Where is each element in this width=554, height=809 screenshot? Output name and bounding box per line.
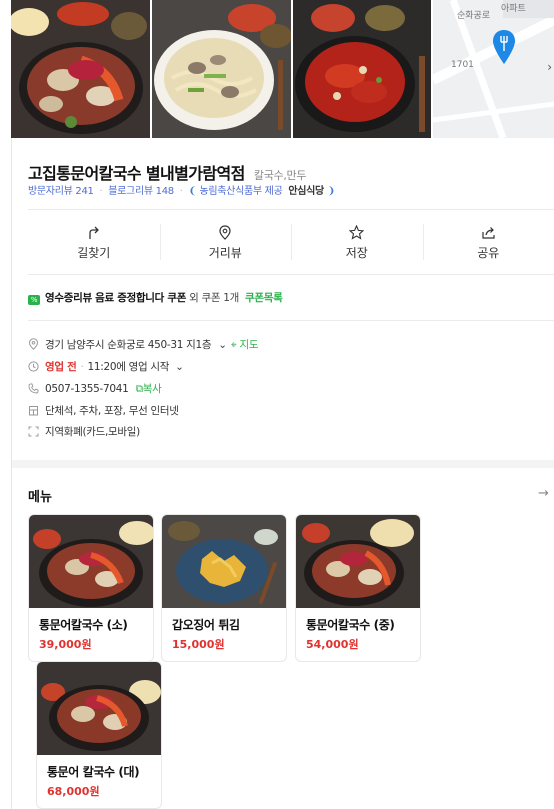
street-view-button[interactable]: 거리뷰: [159, 212, 292, 274]
payment-row: 지역화폐(카드,모바일): [28, 424, 140, 439]
menu-item-card[interactable]: 통문어 칼국수 (대) 68,000원: [36, 661, 162, 809]
separator: ·: [179, 186, 183, 197]
directions-button[interactable]: 길찾기: [28, 212, 160, 274]
menu-item-name: 통문어칼국수 (중): [306, 618, 395, 632]
share-icon: [482, 226, 495, 239]
menu-item-image: [37, 662, 161, 755]
photo-clam-noodle[interactable]: [152, 0, 291, 138]
menu-item-card[interactable]: 갑오징어 튀김 15,000원: [161, 514, 287, 662]
menu-item-price: 39,000원: [39, 638, 92, 651]
place-title: 고집통문어칼국수 별내별가람역점: [28, 164, 245, 183]
action-bar: 길찾기 거리뷰 저장 공유: [28, 212, 554, 274]
address-row: 경기 남양주시 순화궁로 450-31 지1층 ⌄ ⌖ 지도: [28, 337, 258, 352]
street-view-label: 거리뷰: [208, 246, 242, 260]
phone-number: 0507-1355-7041: [45, 383, 129, 395]
directions-icon: [89, 226, 99, 239]
chevron-right-icon[interactable]: ›: [547, 60, 552, 74]
menu-item-name: 통문어 칼국수 (대): [47, 765, 140, 779]
menu-item-image: [29, 515, 153, 608]
photo-spicy-octopus[interactable]: [293, 0, 431, 138]
map-pin-small-icon: ⌖: [230, 339, 237, 351]
copy-button[interactable]: 복사: [143, 383, 162, 395]
visitor-reviews-link[interactable]: 방문자리뷰 241: [28, 186, 94, 197]
save-button[interactable]: 저장: [291, 212, 423, 274]
save-label: 저장: [345, 246, 368, 260]
amenities-row: 단체석, 주차, 포장, 무선 인터넷: [28, 403, 179, 418]
map-thumbnail[interactable]: 순화공로 아파트 1701 ›: [433, 0, 554, 138]
phone-row: 0507-1355-7041 ⧉복사: [28, 381, 162, 396]
payment-icon: [28, 426, 39, 437]
divider: [28, 320, 554, 321]
menu-item-price: 15,000원: [172, 638, 225, 651]
share-label: 공유: [477, 245, 500, 260]
laurel-left-icon: ❨: [188, 186, 197, 197]
coupon-row[interactable]: % 영수증리뷰 음료 증정합니다 쿠폰 외 쿠폰 1개 쿠폰목록: [28, 290, 283, 305]
menu-item-name: 갑오징어 튀김: [172, 618, 240, 632]
divider: [28, 274, 554, 275]
building-icon: [29, 406, 38, 416]
amenities-text: 단체석, 주차, 포장, 무선 인터넷: [45, 405, 179, 417]
map-building-label: 아파트: [501, 4, 526, 14]
chevron-down-icon[interactable]: ⌄: [175, 361, 184, 373]
menu-section-title: 메뉴: [28, 490, 52, 505]
menu-item-image: [162, 515, 286, 608]
coupon-list-link[interactable]: 쿠폰목록: [245, 292, 283, 304]
address-text: 경기 남양주시 순화궁로 450-31 지1층: [45, 339, 212, 351]
map-lot-label: 1701: [451, 60, 474, 70]
phone-icon: [28, 383, 39, 394]
copy-icon: ⧉: [135, 383, 144, 395]
blog-reviews-link[interactable]: 블로그리뷰 148: [108, 186, 174, 197]
star-icon: [349, 225, 365, 240]
section-separator: [12, 460, 554, 468]
coupon-icon: %: [28, 295, 40, 305]
separator: ·: [99, 186, 103, 197]
hours-text[interactable]: 11:20에 영업 시작: [87, 361, 169, 373]
arrow-right-icon[interactable]: →: [538, 486, 549, 501]
panel-left-border: [11, 138, 12, 809]
place-title-row: 고집통문어칼국수 별내별가람역점 칼국수,만두: [28, 160, 306, 184]
location-pin-icon: [28, 338, 39, 350]
map-road-label: 순화공로: [457, 11, 491, 21]
business-status: 영업 전: [45, 361, 77, 373]
menu-item-name: 통문어칼국수 (소): [39, 618, 128, 632]
chevron-down-icon[interactable]: ⌄: [218, 339, 227, 351]
menu-item-price: 68,000원: [47, 785, 100, 798]
directions-label: 길찾기: [77, 245, 111, 260]
coupon-text: 영수증리뷰 음료 증정합니다 쿠폰: [45, 292, 187, 304]
menu-item-image: [296, 515, 420, 608]
share-button[interactable]: 공유: [422, 212, 554, 274]
menu-item-price: 54,000원: [306, 638, 359, 651]
clock-icon: [28, 361, 39, 372]
laurel-right-icon: ❩: [326, 186, 335, 197]
menu-item-card[interactable]: 통문어칼국수 (중) 54,000원: [295, 514, 421, 662]
map-pin-icon[interactable]: [493, 30, 515, 68]
divider: [28, 209, 554, 210]
certification-text[interactable]: 농림축산식품부 제공: [199, 186, 282, 197]
separator: ·: [80, 361, 84, 373]
hours-row: 영업 전 · 11:20에 영업 시작 ⌄: [28, 359, 184, 374]
photo-strip[interactable]: 순화공로 아파트 1701 ›: [11, 0, 554, 138]
safe-restaurant-badge[interactable]: 안심식당: [288, 186, 324, 197]
place-category: 칼국수,만두: [253, 169, 307, 182]
location-pin-icon: [219, 225, 231, 240]
coupon-extra: 외 쿠폰 1개: [189, 292, 240, 304]
map-link[interactable]: 지도: [239, 339, 258, 351]
photo-seafood-pot[interactable]: [11, 0, 150, 138]
payment-text: 지역화폐(카드,모바일): [45, 426, 140, 438]
menu-item-card[interactable]: 통문어칼국수 (소) 39,000원: [28, 514, 154, 662]
review-row: 방문자리뷰 241 · 블로그리뷰 148 · ❨ 농림축산식품부 제공 안심식…: [28, 182, 335, 197]
